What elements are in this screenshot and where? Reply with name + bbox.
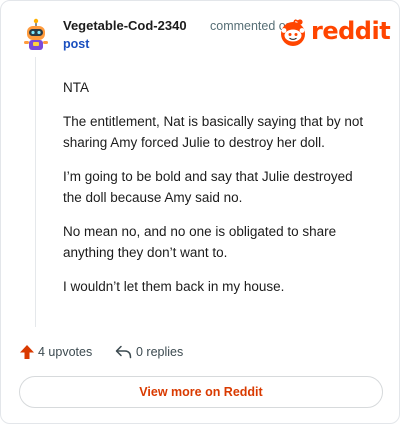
comment-actions: 4 upvotes 0 replies [19,343,379,363]
comment-paragraph: I wouldn’t let them back in my house. [63,279,285,294]
reddit-wordmark: reddit [311,17,391,45]
view-more-on-reddit-button[interactable]: View more on Reddit [19,376,383,408]
thread-line [35,57,36,327]
avatar[interactable] [19,18,53,52]
comment-paragraph: NTA [63,80,89,95]
post-link[interactable]: post [63,37,89,51]
comment-paragraph: The entitlement, Nat is basically saying… [63,114,364,150]
comment-author[interactable]: Vegetable-Cod-2340 [63,18,187,33]
reddit-logo[interactable]: reddit [279,16,391,48]
reply-arrow-icon [115,345,132,359]
comment-paragraph: No mean no, and no one is obligated to s… [63,224,337,260]
embedded-comment-card: Vegetable-Cod-2340 commented on post red… [0,0,400,424]
upvote-count: 4 upvotes [38,345,93,359]
comment-paragraph: I’m going to be bold and say that Julie … [63,169,353,205]
reply-count: 0 replies [136,345,184,359]
comment-body: NTA The entitlement, Nat is basically sa… [63,77,375,310]
comment-header: Vegetable-Cod-2340 commented on post red… [19,16,391,52]
upvote-arrow-icon [20,345,34,359]
reddit-snoo-icon [281,19,305,46]
